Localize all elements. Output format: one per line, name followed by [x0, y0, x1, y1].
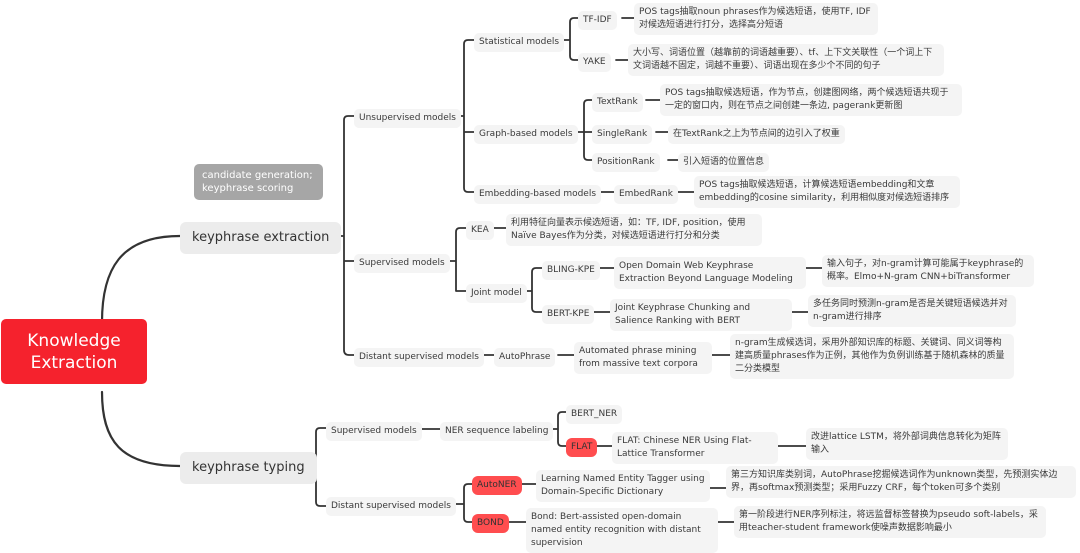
paper-autoner: Learning Named Entity Tagger using Domai… — [536, 470, 710, 502]
node-statistical-models[interactable]: Statistical models — [474, 33, 565, 52]
node-textrank[interactable]: TextRank — [592, 93, 643, 112]
connector-root-typing — [100, 390, 182, 468]
desc-tfidf: POS tags抽取noun phrases作为候选短语，使用TF, IDF 对… — [634, 3, 878, 35]
root-node[interactable]: Knowledge Extraction — [1, 319, 147, 384]
connector-statistical — [561, 17, 579, 61]
node-bond[interactable]: BOND — [472, 514, 509, 533]
node-keyphrase-typing[interactable]: keyphrase typing — [180, 452, 317, 484]
desc-kea: 利用特征向量表示候选短语，如：TF, IDF, position，使用Naïve… — [506, 214, 762, 246]
desc-flat: 改进lattice LSTM，将外部词典信息转化为矩阵输入 — [806, 428, 1008, 460]
node-tfidf[interactable]: TF-IDF — [578, 11, 617, 30]
connector-graph — [575, 99, 593, 161]
node-embedrank[interactable]: EmbedRank — [614, 185, 678, 204]
desc-autoner: 第三方知识库类别词，AutoPhrase挖掘候选词作为unknown类型，先预测… — [726, 466, 1076, 498]
node-typing-distant-supervised-models[interactable]: Distant supervised models — [326, 497, 456, 516]
node-bert-kpe[interactable]: BERT-KPE — [542, 305, 595, 324]
note-candidate-generation: candidate generation; keyphrase scoring — [194, 164, 323, 200]
node-bert-ner[interactable]: BERT_NER — [566, 405, 623, 424]
node-graph-based-models[interactable]: Graph-based models — [474, 125, 578, 144]
desc-singlerank: 在TextRank之上为节点间的边引入了权重 — [668, 125, 845, 144]
node-kea[interactable]: KEA — [466, 221, 494, 240]
node-typing-supervised-models[interactable]: Supervised models — [326, 422, 422, 441]
note-label: candidate generation; keyphrase scoring — [202, 170, 313, 194]
node-yake[interactable]: YAKE — [578, 53, 611, 72]
node-bling-kpe[interactable]: BLING-KPE — [542, 261, 600, 280]
desc-bling-kpe: 输入句子，对n-gram计算可能属于keyphrase的概率。Elmo+N-gr… — [822, 255, 1034, 287]
node-supervised-models[interactable]: Supervised models — [354, 254, 450, 273]
node-singlerank[interactable]: SingleRank — [592, 125, 653, 144]
node-flat[interactable]: FLAT — [566, 438, 598, 457]
desc-autophrase: n-gram生成候选词，采用外部知识库的标题、关键词、同义词等构建高质量phra… — [730, 334, 1014, 379]
paper-autophrase: Automated phrase mining from massive tex… — [574, 342, 712, 374]
connector-root-extraction — [100, 234, 182, 324]
desc-yake: 大小写、词语位置（越靠前的词语越重要）、tf、上下文关联性（一个词上下文词语越不… — [628, 44, 944, 76]
node-joint-model[interactable]: Joint model — [466, 284, 527, 303]
node-keyphrase-extraction[interactable]: keyphrase extraction — [180, 222, 342, 254]
desc-bert-kpe: 多任务同时预测n-gram是否是关键短语候选并对n-gram进行排序 — [808, 295, 1016, 327]
node-autophrase[interactable]: AutoPhrase — [494, 348, 556, 367]
paper-flat: FLAT: Chinese NER Using Flat-Lattice Tra… — [612, 432, 778, 464]
node-embedding-based-models[interactable]: Embedding-based models — [474, 185, 602, 204]
paper-bond: Bond: Bert-assisted open-domain named en… — [526, 508, 718, 553]
node-positionrank[interactable]: PositionRank — [592, 153, 660, 172]
root-label: Knowledge Extraction — [27, 330, 121, 373]
node-distant-supervised-models[interactable]: Distant supervised models — [354, 348, 484, 367]
desc-embedrank: POS tags抽取候选短语，计算候选短语embedding和文章embeddi… — [694, 176, 960, 208]
node-ner-sequence-labeling[interactable]: NER sequence labeling — [440, 422, 554, 441]
node-unsupervised-models[interactable]: Unsupervised models — [354, 109, 461, 128]
desc-bond: 第一阶段进行NER序列标注，将远监督标签替换为pseudo soft-label… — [734, 506, 1046, 538]
desc-textrank: POS tags抽取候选短语，作为节点，创建图网络，两个候选短语共现于一定的窗口… — [660, 84, 962, 116]
paper-bling-kpe: Open Domain Web Keyphrase Extraction Bey… — [614, 257, 806, 289]
connector-supervised — [447, 227, 467, 292]
node-autoner[interactable]: AutoNER — [472, 476, 522, 495]
desc-positionrank: 引入短语的位置信息 — [678, 153, 770, 172]
paper-bert-kpe: Joint Keyphrase Chunking and Salience Ra… — [610, 299, 792, 331]
